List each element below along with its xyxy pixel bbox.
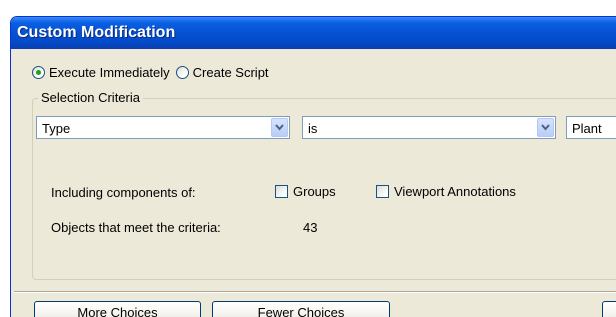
radio-unchecked-icon[interactable] <box>175 65 189 79</box>
criteria-operator-dropdown[interactable]: is <box>302 116 556 139</box>
groups-checkbox[interactable]: Groups <box>275 184 336 199</box>
chevron-down-icon[interactable] <box>537 118 554 137</box>
mode-radio-group: Execute Immediately Create Script <box>32 63 275 81</box>
viewport-annotations-checkbox[interactable]: Viewport Annotations <box>376 184 516 199</box>
criteria-field-dropdown[interactable]: Type <box>36 116 290 139</box>
title-bar[interactable]: Custom Modification <box>11 17 616 49</box>
objects-count-label: Objects that meet the criteria: <box>51 220 221 235</box>
create-script-label: Create Script <box>192 64 269 80</box>
objects-count-value: 43 <box>303 220 318 235</box>
selection-criteria-legend: Selection Criteria <box>38 90 143 105</box>
more-choices-button[interactable]: More Choices <box>34 301 201 317</box>
viewport-annotations-label: Viewport Annotations <box>394 184 516 199</box>
criteria-field-value: Type <box>42 121 71 136</box>
create-script-radio[interactable]: Create Script <box>175 64 269 80</box>
criteria-operator-value: is <box>308 121 318 136</box>
groups-label: Groups <box>293 184 336 199</box>
custom-modification-dialog: Custom Modification Execute Immediately … <box>10 16 616 317</box>
chevron-down-icon[interactable] <box>271 118 288 137</box>
divider <box>14 291 616 293</box>
including-components-label: Including components of: <box>51 185 196 200</box>
criteria-value-field[interactable]: Plant <box>566 116 616 139</box>
checkbox-icon[interactable] <box>376 185 389 198</box>
checkbox-icon[interactable] <box>275 185 288 198</box>
dialog-button-partial[interactable] <box>602 301 616 317</box>
window-title: Custom Modification <box>17 24 176 41</box>
dialog-body: Execute Immediately Create Script Select… <box>14 49 616 317</box>
execute-immediately-radio[interactable]: Execute Immediately <box>32 65 170 80</box>
criteria-value-text: Plant <box>572 121 602 136</box>
execute-immediately-label: Execute Immediately <box>49 64 170 80</box>
radio-checked-icon[interactable] <box>32 65 45 79</box>
fewer-choices-button[interactable]: Fewer Choices <box>212 301 390 317</box>
